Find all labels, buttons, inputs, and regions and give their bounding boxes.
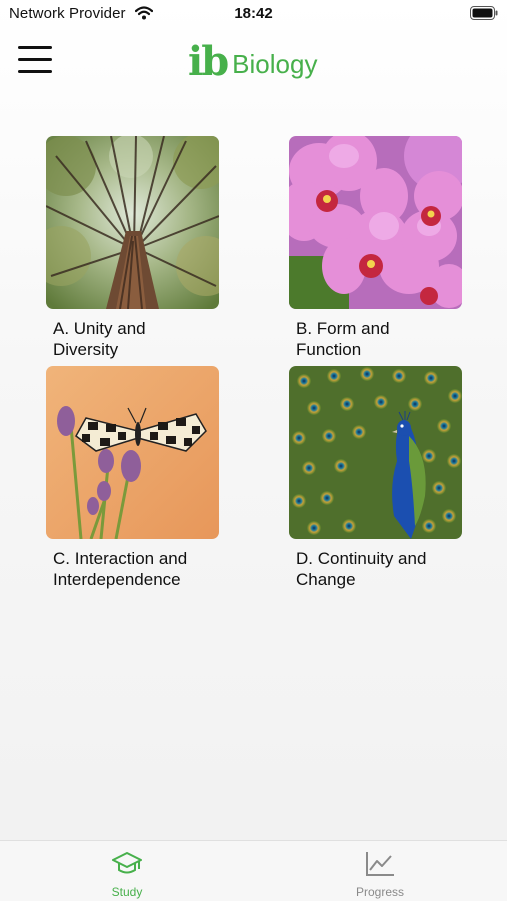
- topic-label-line: B. Form and: [296, 319, 390, 338]
- peacock-photo: [289, 366, 462, 539]
- topic-label-line: Diversity: [53, 340, 119, 359]
- topic-label-line: D. Continuity and: [296, 549, 427, 568]
- tab-study[interactable]: Study: [47, 841, 207, 901]
- graduation-cap-icon: [112, 852, 142, 874]
- topic-label-line: A. Unity and: [53, 319, 146, 338]
- topic-card-interaction-and-interdependence[interactable]: C. Interaction and Interdependence: [46, 366, 226, 590]
- logo-mark: ib: [188, 38, 229, 85]
- tab-progress[interactable]: Progress: [300, 841, 460, 901]
- topic-label-line: C. Interaction and: [53, 549, 188, 568]
- topic-label: A. Unity and Diversity: [53, 318, 228, 360]
- status-time: 18:42: [234, 5, 273, 22]
- tab-study-label: Study: [111, 885, 143, 899]
- topic-label: B. Form and Function: [296, 318, 471, 360]
- app-header: ib Biology: [0, 28, 507, 104]
- topic-card-continuity-and-change[interactable]: D. Continuity and Change: [289, 366, 469, 590]
- logo-text: Biology: [232, 49, 318, 79]
- status-bar: Network Provider 18:42: [0, 0, 507, 28]
- app-logo: ib Biology: [188, 38, 317, 82]
- tree-canopy-photo: [46, 136, 219, 309]
- topic-card-unity-and-diversity[interactable]: A. Unity and Diversity: [46, 136, 226, 360]
- topic-label-line: Change: [296, 570, 356, 589]
- line-chart-icon: [366, 852, 394, 876]
- topic-label-line: Function: [296, 340, 362, 359]
- topic-label: D. Continuity and Change: [296, 548, 471, 590]
- tab-progress-label: Progress: [355, 885, 405, 899]
- butterfly-on-thistle-photo: [46, 366, 219, 539]
- topic-label: C. Interaction and Interdependence: [53, 548, 228, 590]
- topic-card-form-and-function[interactable]: B. Form and Function: [289, 136, 469, 360]
- menu-button[interactable]: [18, 43, 52, 75]
- pink-orchid-photo: [289, 136, 462, 309]
- battery-icon: [470, 6, 498, 20]
- tab-bar: Study Progress: [0, 840, 507, 901]
- topic-label-line: Interdependence: [53, 570, 181, 589]
